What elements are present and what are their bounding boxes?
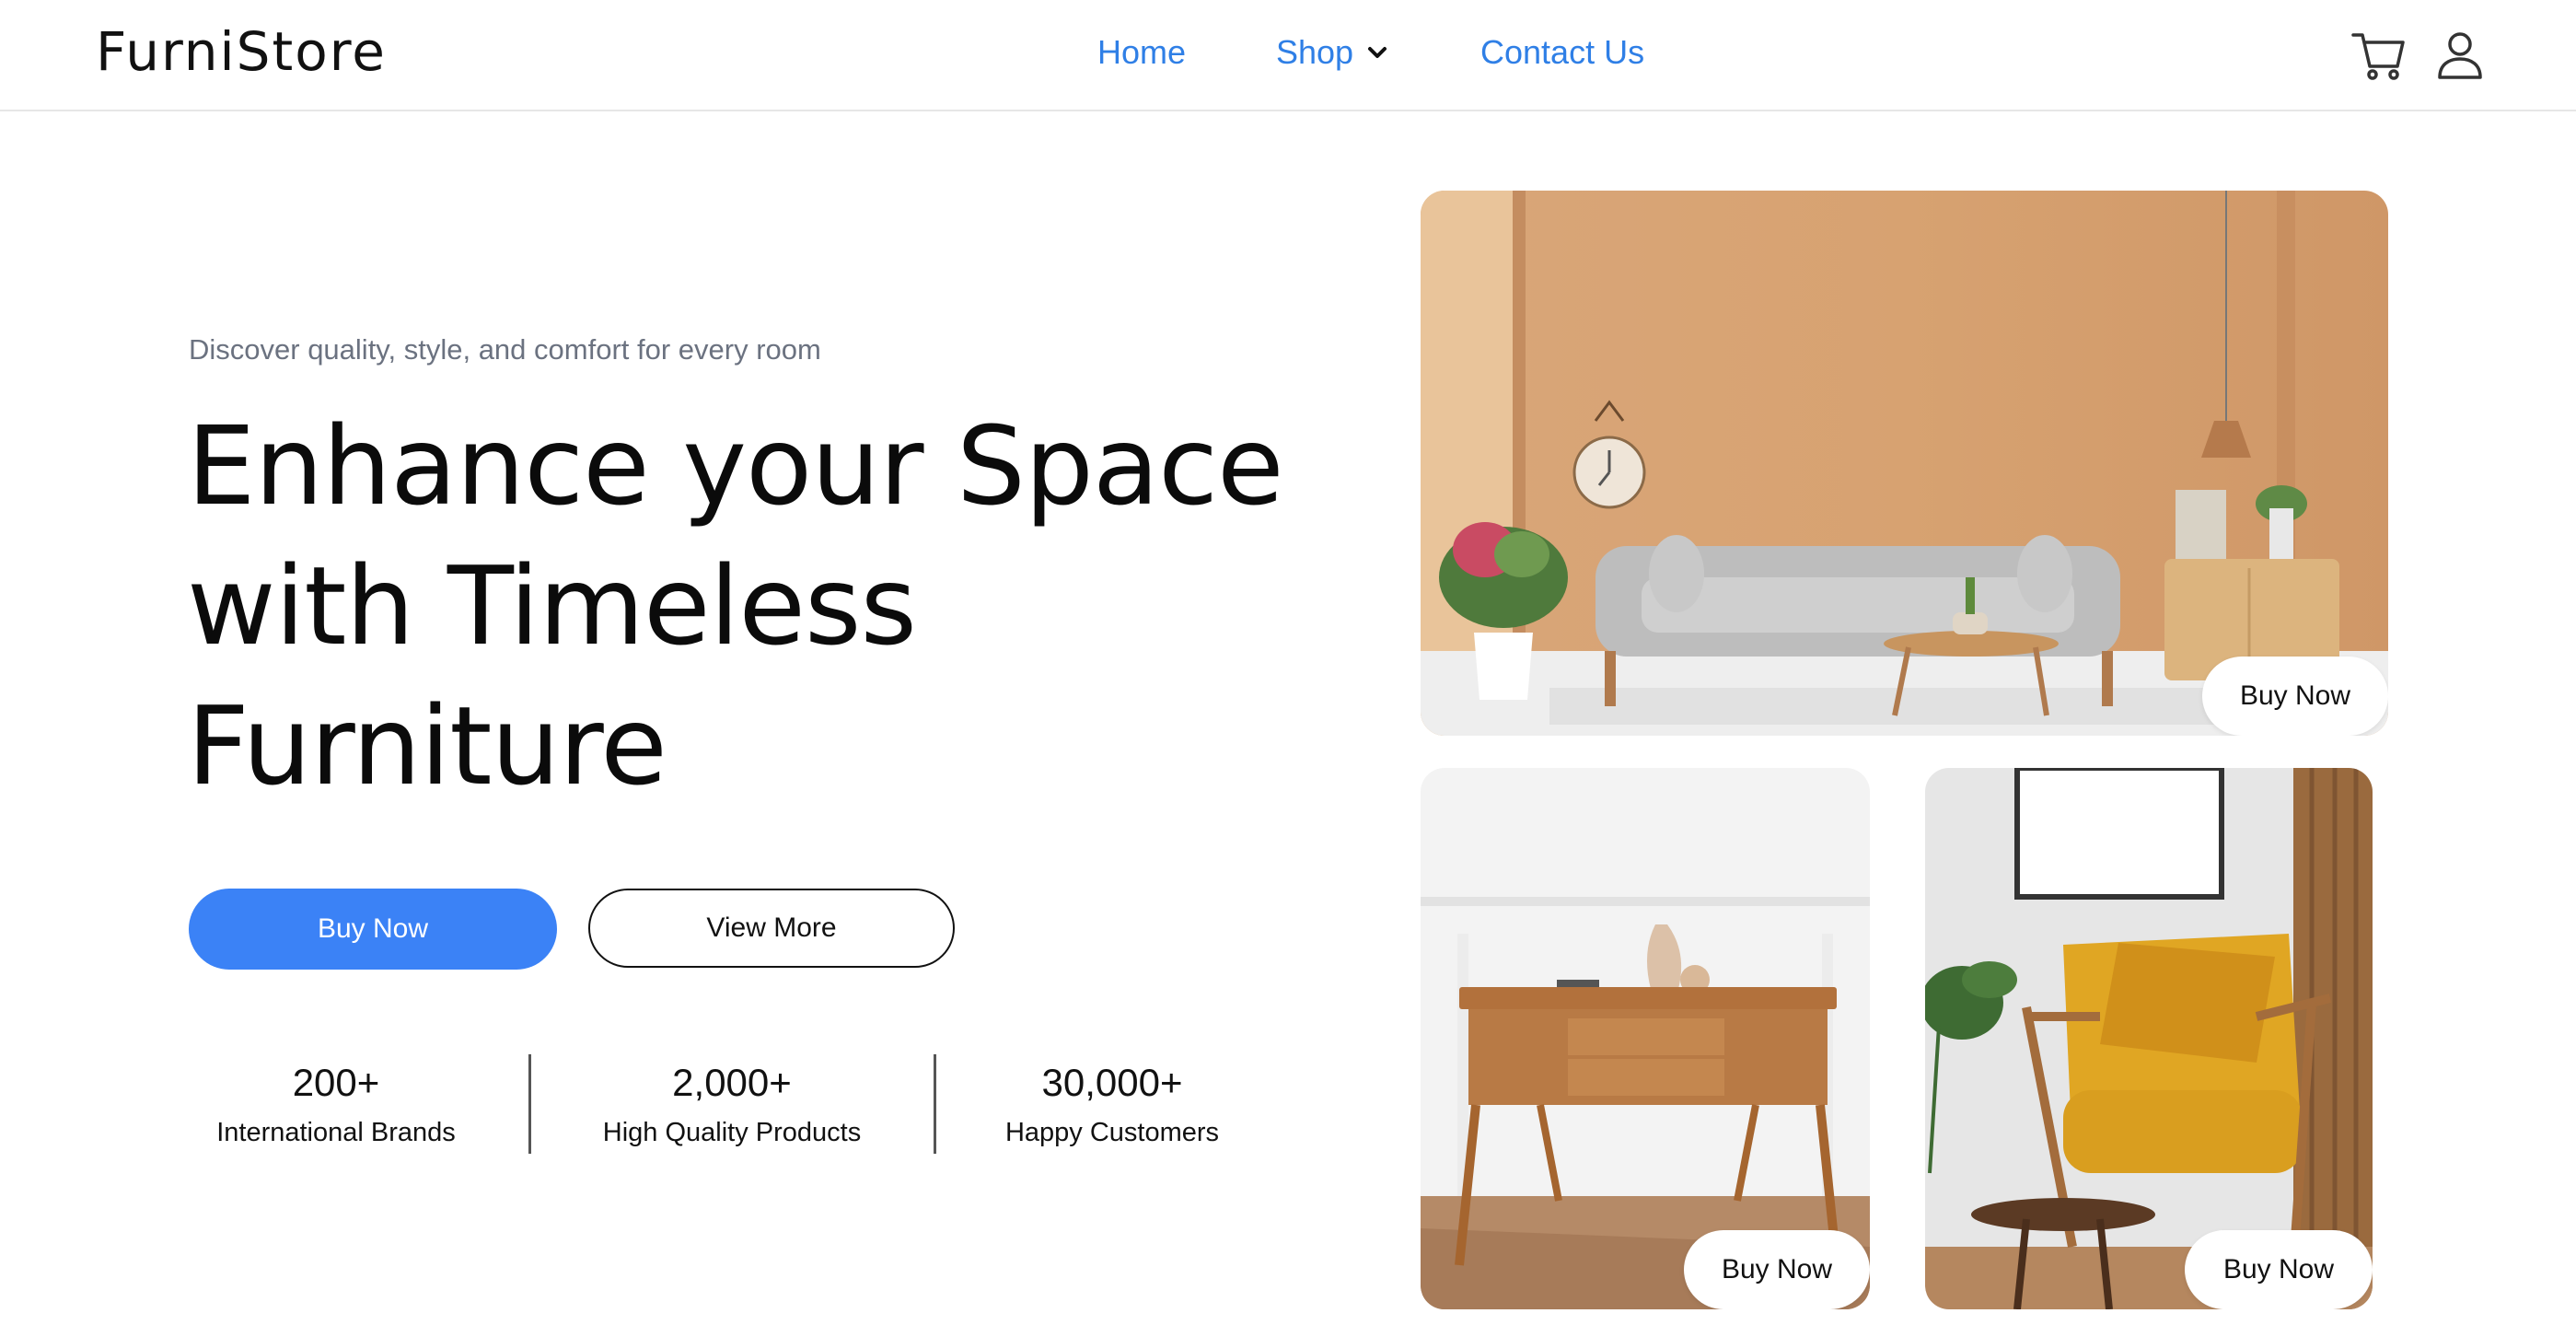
stat-value: 30,000+	[1041, 1061, 1183, 1104]
user-icon[interactable]	[2431, 26, 2489, 85]
living-room-sofa-image	[1421, 191, 2388, 736]
stat-customers: 30,000+ Happy Customers	[974, 1061, 1250, 1148]
product-card-console-table[interactable]: Buy Now	[1421, 768, 1870, 1309]
nav-home-link[interactable]: Home	[1097, 33, 1186, 72]
chevron-down-icon	[1368, 47, 1387, 58]
nav-shop-dropdown[interactable]: Shop	[1276, 33, 1388, 72]
stat-brands: 200+ International Brands	[184, 1061, 488, 1148]
logo[interactable]: FurniStore	[96, 20, 387, 83]
nav-shop-label: Shop	[1276, 33, 1354, 71]
hero-title-line: Furniture	[187, 682, 667, 809]
card-buy-now-button[interactable]: Buy Now	[2185, 1230, 2373, 1309]
card-buy-now-button[interactable]: Buy Now	[2202, 657, 2388, 736]
stat-value: 200+	[292, 1061, 380, 1104]
mustard-armchair-image	[1925, 768, 2373, 1309]
hero-view-more-button[interactable]: View More	[588, 889, 955, 968]
site-header: FurniStore Home Shop Contact Us	[0, 0, 2576, 111]
stat-label: High Quality Products	[602, 1118, 862, 1147]
stat-divider	[528, 1054, 531, 1154]
stat-products: 2,000+ High Quality Products	[580, 1061, 884, 1148]
hero-title-line: with Timeless	[187, 542, 917, 669]
hero-title-line: Enhance your Space	[187, 402, 1284, 529]
card-buy-now-button[interactable]: Buy Now	[1684, 1230, 1870, 1309]
wooden-console-table-image	[1421, 768, 1870, 1309]
nav-contact-link[interactable]: Contact Us	[1480, 33, 1644, 72]
hero-subtitle: Discover quality, style, and comfort for…	[189, 333, 821, 366]
product-card-living-room[interactable]: Buy Now	[1421, 191, 2388, 736]
hero-title: Enhance your Space with Timeless Furnitu…	[187, 396, 1292, 816]
stat-label: International Brands	[216, 1118, 456, 1147]
stat-label: Happy Customers	[1004, 1118, 1220, 1147]
stat-divider	[934, 1054, 936, 1154]
product-card-armchair[interactable]: Buy Now	[1925, 768, 2373, 1309]
hero-buy-now-button[interactable]: Buy Now	[189, 889, 557, 970]
cart-icon[interactable]	[2350, 26, 2408, 85]
stat-value: 2,000+	[672, 1061, 792, 1104]
